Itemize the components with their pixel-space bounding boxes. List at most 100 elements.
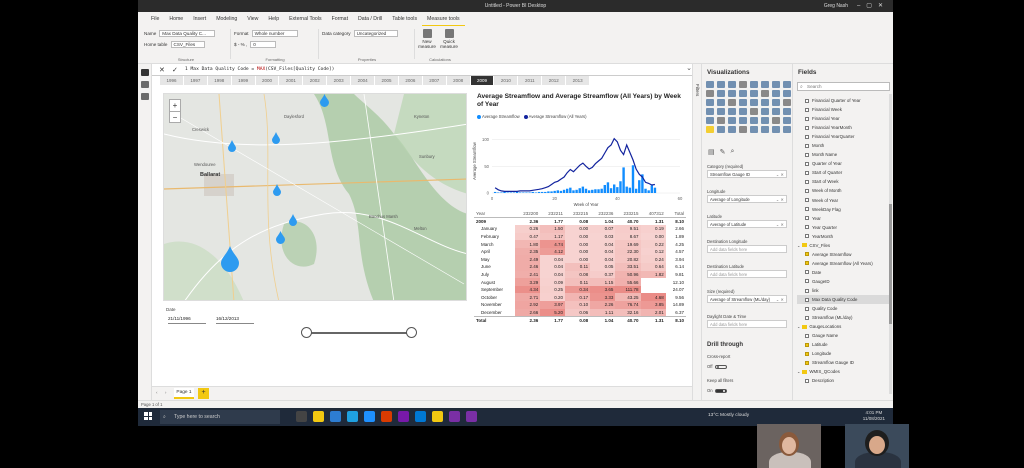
visual-type-icon[interactable]	[750, 108, 758, 115]
window-controls[interactable]: –▢✕	[857, 2, 889, 9]
visual-type-icon[interactable]	[761, 81, 769, 88]
taskbar-clock[interactable]: 4:01 PM 11/08/2021	[863, 410, 885, 422]
fields-scrollbar[interactable]	[889, 94, 892, 394]
visual-type-icon[interactable]	[706, 99, 714, 106]
field-checkbox[interactable]	[805, 125, 809, 130]
year-chip[interactable]: 2013	[566, 76, 591, 85]
visual-type-icon[interactable]	[750, 99, 758, 106]
data-category-select[interactable]: Uncategorized	[353, 29, 398, 37]
year-chip[interactable]: 2012	[542, 76, 567, 85]
decimals-input[interactable]: 0	[250, 40, 277, 48]
visual-type-icon[interactable]	[728, 81, 736, 88]
visual-type-icon[interactable]	[706, 126, 714, 133]
matrix-column-header[interactable]: 407312	[640, 210, 666, 218]
field-checkbox[interactable]	[805, 161, 809, 166]
ribbon-tab[interactable]: Measure tools	[422, 12, 465, 26]
visual-type-icon[interactable]	[783, 99, 791, 106]
name-input[interactable]: Max Data Quality C...	[159, 29, 216, 37]
chevron-down-icon[interactable]: ⌄	[797, 322, 800, 331]
matrix-row[interactable]: February 0.47 1.17 0.00 0.03 8.67 0.00 1.89	[474, 232, 686, 241]
visual-type-icon[interactable]	[761, 90, 769, 97]
ribbon-tab[interactable]: Home	[164, 12, 188, 26]
field-checkbox[interactable]	[805, 152, 809, 157]
matrix-row[interactable]: September 4.34 0.25 0.34 3.65 111.78 24.07	[474, 285, 686, 294]
visual-type-icon[interactable]	[728, 126, 736, 133]
matrix-row[interactable]: November 2.92 3.97 0.10 2.26 76.74 3.85 14.89	[474, 301, 686, 309]
taskbar-app-icon[interactable]	[415, 411, 426, 422]
year-chip[interactable]: 2008	[447, 76, 471, 85]
visual-type-icon[interactable]	[783, 81, 791, 88]
field-well-value[interactable]: Average of Longitude ⌄ ✕	[707, 195, 787, 203]
visual-type-icon[interactable]	[739, 81, 747, 88]
visual-type-icon[interactable]	[706, 90, 714, 97]
field-well-value[interactable]: Average of Latitude ⌄ ✕	[707, 220, 787, 228]
field-checkbox[interactable]	[805, 351, 809, 356]
field-item[interactable]: Year	[797, 214, 890, 223]
field-checkbox[interactable]	[805, 306, 809, 311]
fields-tab-icon[interactable]: ▤	[708, 148, 715, 156]
visual-type-icon[interactable]	[728, 117, 736, 124]
field-item[interactable]: GaugeID	[797, 277, 890, 286]
keep-filters-toggle[interactable]: On	[707, 388, 727, 393]
year-chip[interactable]: 2007	[423, 76, 447, 85]
matrix-row[interactable]: March 1.80 4.74 0.00 0.04 19.69 0.22 4.25	[474, 240, 686, 248]
year-chip[interactable]: 2001	[279, 76, 304, 85]
year-chip[interactable]: 2010	[494, 76, 519, 85]
year-chip[interactable]: 2002	[303, 76, 328, 85]
visual-type-icon[interactable]	[739, 117, 747, 124]
matrix-column-header[interactable]: 232200	[515, 210, 541, 218]
visual-type-icon[interactable]	[750, 126, 758, 133]
gauge-bubble-icon[interactable]	[276, 231, 285, 244]
field-item[interactable]: link	[797, 286, 890, 295]
visual-type-icon[interactable]	[717, 90, 725, 97]
visual-type-icon[interactable]	[761, 117, 769, 124]
taskbar-app-icon[interactable]	[449, 411, 460, 422]
ribbon-tab[interactable]: File	[146, 12, 164, 26]
format-paintbrush-icon[interactable]: ✎	[720, 148, 726, 156]
matrix-row[interactable]: August 3.29 0.09 0.11 1.15 55.66 12.10	[474, 278, 686, 286]
format-select[interactable]: Whole number	[251, 29, 298, 37]
field-table[interactable]: ⌄ CSV_Files	[797, 241, 890, 250]
field-checkbox[interactable]	[805, 261, 809, 266]
field-checkbox[interactable]	[805, 360, 809, 365]
field-item[interactable]: Latitude	[797, 340, 890, 349]
field-item[interactable]: Financial Quarter of Year	[797, 96, 890, 105]
ribbon-tab[interactable]: External Tools	[284, 12, 327, 26]
field-table[interactable]: ⌄ WMIS_QCodes	[797, 367, 890, 376]
visual-type-icon[interactable]	[761, 99, 769, 106]
field-item[interactable]: Quality Code	[797, 304, 890, 313]
matrix-row[interactable]: Total 2.36 1.77 0.08 1.04 40.70 1.31 8.10	[474, 315, 686, 324]
visual-type-icon[interactable]	[739, 99, 747, 106]
visual-type-icon[interactable]	[772, 126, 780, 133]
field-item[interactable]: Week of Year	[797, 196, 890, 205]
ribbon-tab[interactable]: Table tools	[387, 12, 422, 26]
field-item[interactable]: Month Name	[797, 150, 890, 159]
matrix-row[interactable]: January 0.26 1.50 0.00 0.07 9.51 0.19 2.66	[474, 225, 686, 233]
field-well-value[interactable]: Average of Streamflow (ML/day) ⌄ ✕	[707, 295, 787, 303]
field-checkbox[interactable]	[805, 216, 809, 221]
format-symbols[interactable]: $ - % ,	[234, 42, 247, 47]
matrix-row[interactable]: July 2.41 0.04 0.08 0.37 50.96 1.82 9.81	[474, 270, 686, 279]
streamflow-chart[interactable]: 100 50 00 20 40 60 Week of Year Average Streamf…	[470, 121, 692, 207]
formula-text[interactable]: 1 Max Data Quality Code = MAX(CSV_Files[…	[185, 67, 334, 72]
zoom-out-button[interactable]: −	[170, 112, 180, 123]
visual-type-icon[interactable]	[783, 90, 791, 97]
field-item[interactable]: Year Quarter	[797, 223, 890, 232]
ribbon-tab[interactable]: Format	[327, 12, 353, 26]
visual-type-icon[interactable]	[750, 81, 758, 88]
field-item[interactable]: Date	[797, 268, 890, 277]
matrix-row[interactable]: 2009 2.36 1.77 0.08 1.04 40.70 1.31 8.10	[474, 218, 686, 226]
fields-search-input[interactable]: ⌕ Search	[797, 82, 890, 91]
year-chip[interactable]: 2004	[351, 76, 376, 85]
field-item[interactable]: Financial Year	[797, 114, 890, 123]
gauge-bubble-icon[interactable]	[289, 214, 297, 226]
visual-type-icon[interactable]	[706, 108, 714, 115]
chevron-down-icon[interactable]: ⌄	[797, 241, 800, 250]
visual-type-icon[interactable]	[783, 108, 791, 115]
field-well-value[interactable]: Add data fields here	[707, 245, 787, 253]
visual-type-icon[interactable]	[717, 81, 725, 88]
visual-type-icon[interactable]	[783, 117, 791, 124]
date-slider-start-handle[interactable]	[301, 327, 312, 338]
taskbar-app-icon[interactable]	[296, 411, 307, 422]
analytics-icon[interactable]: ⌕	[731, 148, 735, 156]
